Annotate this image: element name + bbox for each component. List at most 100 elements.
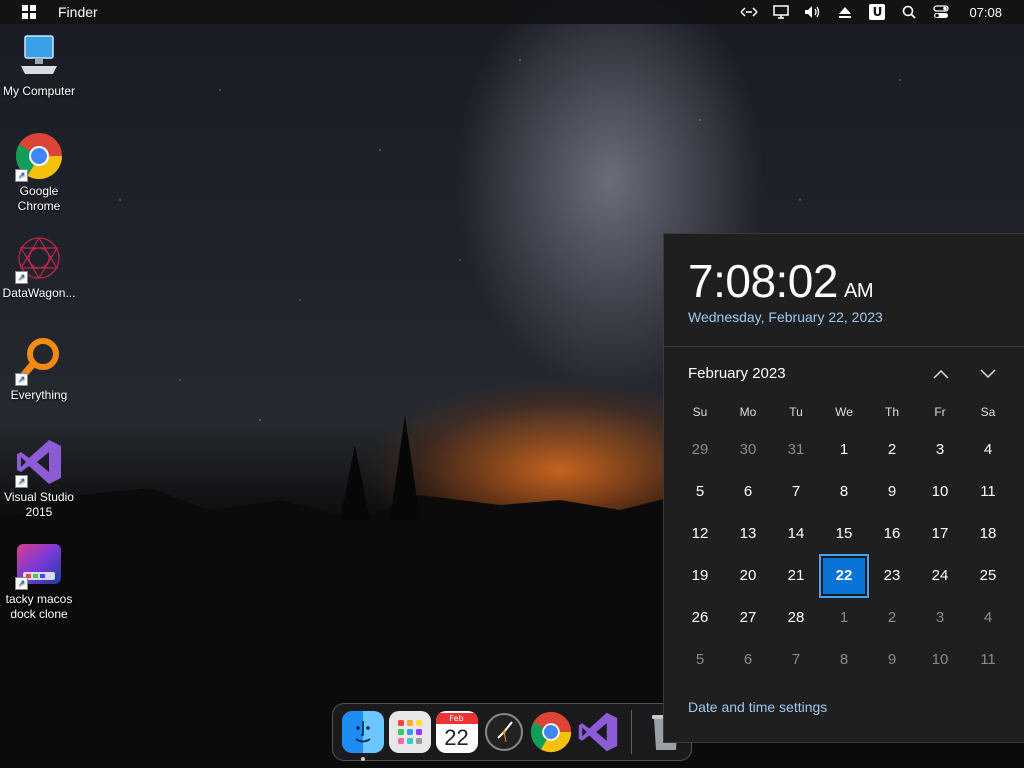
calendar-icon-month: Feb (435, 712, 478, 724)
calendar-day[interactable]: 7 (773, 640, 819, 680)
calendar-day[interactable]: 4 (965, 598, 1011, 638)
eject-icon[interactable] (829, 0, 861, 24)
calendar-day[interactable]: 6 (725, 640, 771, 680)
desktop-icon-label: DataWagon... (2, 286, 76, 300)
calendar-day[interactable]: 8 (821, 472, 867, 512)
calendar-day[interactable]: 3 (917, 598, 963, 638)
calendar-day-today[interactable]: 22 (819, 554, 869, 598)
shortcut-arrow-icon: ↗ (15, 475, 28, 488)
dock-separator (631, 710, 632, 754)
calendar-day[interactable]: 12 (677, 514, 723, 554)
calendar-day[interactable]: 8 (821, 640, 867, 680)
active-app-name[interactable]: Finder (58, 4, 98, 20)
calendar-day[interactable]: 1 (821, 430, 867, 470)
u-app-label: U (869, 4, 886, 20)
desktop-icon-my-computer[interactable]: My Computer (0, 32, 78, 99)
calendar-day[interactable]: 4 (965, 430, 1011, 470)
desktop-icon-label: My Computer (2, 84, 76, 98)
calendar-day[interactable]: 9 (869, 472, 915, 512)
calendar-day[interactable]: 29 (677, 430, 723, 470)
calendar-day[interactable]: 5 (677, 472, 723, 512)
calendar-day[interactable]: 17 (917, 514, 963, 554)
search-icon[interactable] (893, 0, 925, 24)
calendar-day[interactable]: 28 (773, 598, 819, 638)
calendar-day[interactable]: 18 (965, 514, 1011, 554)
calendar-day[interactable]: 3 (917, 430, 963, 470)
dock: Feb 22 (332, 703, 692, 761)
launchpad-icon[interactable] (388, 711, 431, 753)
network-arrows-icon[interactable] (733, 0, 765, 24)
weekday-label: Mo (739, 405, 757, 419)
calendar-icon-day: 22 (444, 724, 469, 750)
menubar-clock[interactable]: 07:08 (969, 5, 1002, 20)
calendar-day[interactable]: 15 (821, 514, 867, 554)
computer-icon (15, 32, 63, 80)
date-time-settings-link[interactable]: Date and time settings (688, 699, 827, 715)
desktop-icon-label: tacky macos dock clone (5, 592, 73, 621)
visual-studio-icon[interactable] (577, 711, 619, 753)
shortcut-arrow-icon: ↗ (15, 577, 28, 590)
calendar-day[interactable]: 31 (773, 430, 819, 470)
flyout-ampm: AM (843, 280, 874, 302)
weekday-label: Tu (789, 405, 803, 419)
calendar-day[interactable]: 26 (677, 598, 723, 638)
finder-icon[interactable] (341, 711, 384, 761)
weekday-label: We (835, 405, 853, 419)
weekday-label: Fr (934, 405, 946, 419)
calendar-day[interactable]: 19 (677, 556, 723, 596)
top-menu-bar: Finder U 07:08 (0, 0, 1024, 24)
shortcut-arrow-icon: ↗ (15, 373, 28, 386)
calendar-day[interactable]: 1 (821, 598, 867, 638)
calendar-day[interactable]: 2 (869, 598, 915, 638)
desktop-icon-dock-clone[interactable]: ↗ tacky macos dock clone (0, 540, 78, 622)
desktop-icon-datawagon[interactable]: ↗ DataWagon... (0, 234, 78, 301)
calendar-icon[interactable]: Feb 22 (435, 711, 478, 753)
calendar-day[interactable]: 21 (773, 556, 819, 596)
u-app-icon[interactable]: U (861, 0, 893, 24)
desktop-icon-google-chrome[interactable]: ↗ Google Chrome (0, 132, 78, 214)
calendar-day[interactable]: 6 (725, 472, 771, 512)
desktop-icon-label: Everything (10, 388, 68, 402)
calendar-day[interactable]: 27 (725, 598, 771, 638)
calendar-day[interactable]: 10 (917, 472, 963, 512)
dock-clone-icon: ↗ (15, 540, 63, 590)
calendar-day[interactable]: 11 (965, 472, 1011, 512)
weekday-label: Sa (980, 405, 996, 419)
calendar-day[interactable]: 24 (917, 556, 963, 596)
windows-logo-icon[interactable] (22, 5, 36, 19)
desktop-icon-everything[interactable]: ↗ Everything (0, 336, 78, 403)
calendar-flyout: 7:08:02 AM Wednesday, February 22, 2023 F… (663, 233, 1024, 743)
calendar-day[interactable]: 25 (965, 556, 1011, 596)
calendar-day[interactable]: 20 (725, 556, 771, 596)
flyout-time: 7:08:02 (688, 255, 838, 307)
calendar-day[interactable]: 13 (725, 514, 771, 554)
visual-studio-icon: ↗ (15, 438, 63, 488)
calendar-day[interactable]: 5 (677, 640, 723, 680)
shortcut-arrow-icon: ↗ (15, 271, 28, 284)
calendar-day[interactable]: 10 (917, 640, 963, 680)
weekday-label: Su (692, 405, 708, 419)
chrome-icon: ↗ (15, 132, 63, 182)
datawagon-icon: ↗ (15, 234, 63, 284)
calendar-day[interactable]: 9 (869, 640, 915, 680)
clock-icon[interactable] (483, 711, 525, 753)
display-icon[interactable] (765, 0, 797, 24)
running-indicator (360, 757, 365, 761)
shortcut-arrow-icon: ↗ (15, 169, 28, 182)
calendar-day[interactable]: 30 (725, 430, 771, 470)
chrome-icon[interactable] (530, 711, 572, 753)
desktop-icon-visual-studio[interactable]: ↗ Visual Studio 2015 (0, 438, 78, 520)
control-center-icon[interactable] (925, 0, 957, 24)
volume-icon[interactable] (797, 0, 829, 24)
calendar-day[interactable]: 2 (869, 430, 915, 470)
chevron-up-icon[interactable] (928, 362, 954, 386)
calendar-day[interactable]: 23 (869, 556, 915, 596)
flyout-date-link[interactable]: Wednesday, February 22, 2023 (688, 309, 883, 325)
calendar-day[interactable]: 16 (869, 514, 915, 554)
chevron-down-icon[interactable] (975, 362, 1001, 386)
month-title[interactable]: February 2023 (688, 365, 786, 382)
divider (664, 346, 1024, 347)
calendar-day[interactable]: 11 (965, 640, 1011, 680)
calendar-day[interactable]: 7 (773, 472, 819, 512)
calendar-day[interactable]: 14 (773, 514, 819, 554)
